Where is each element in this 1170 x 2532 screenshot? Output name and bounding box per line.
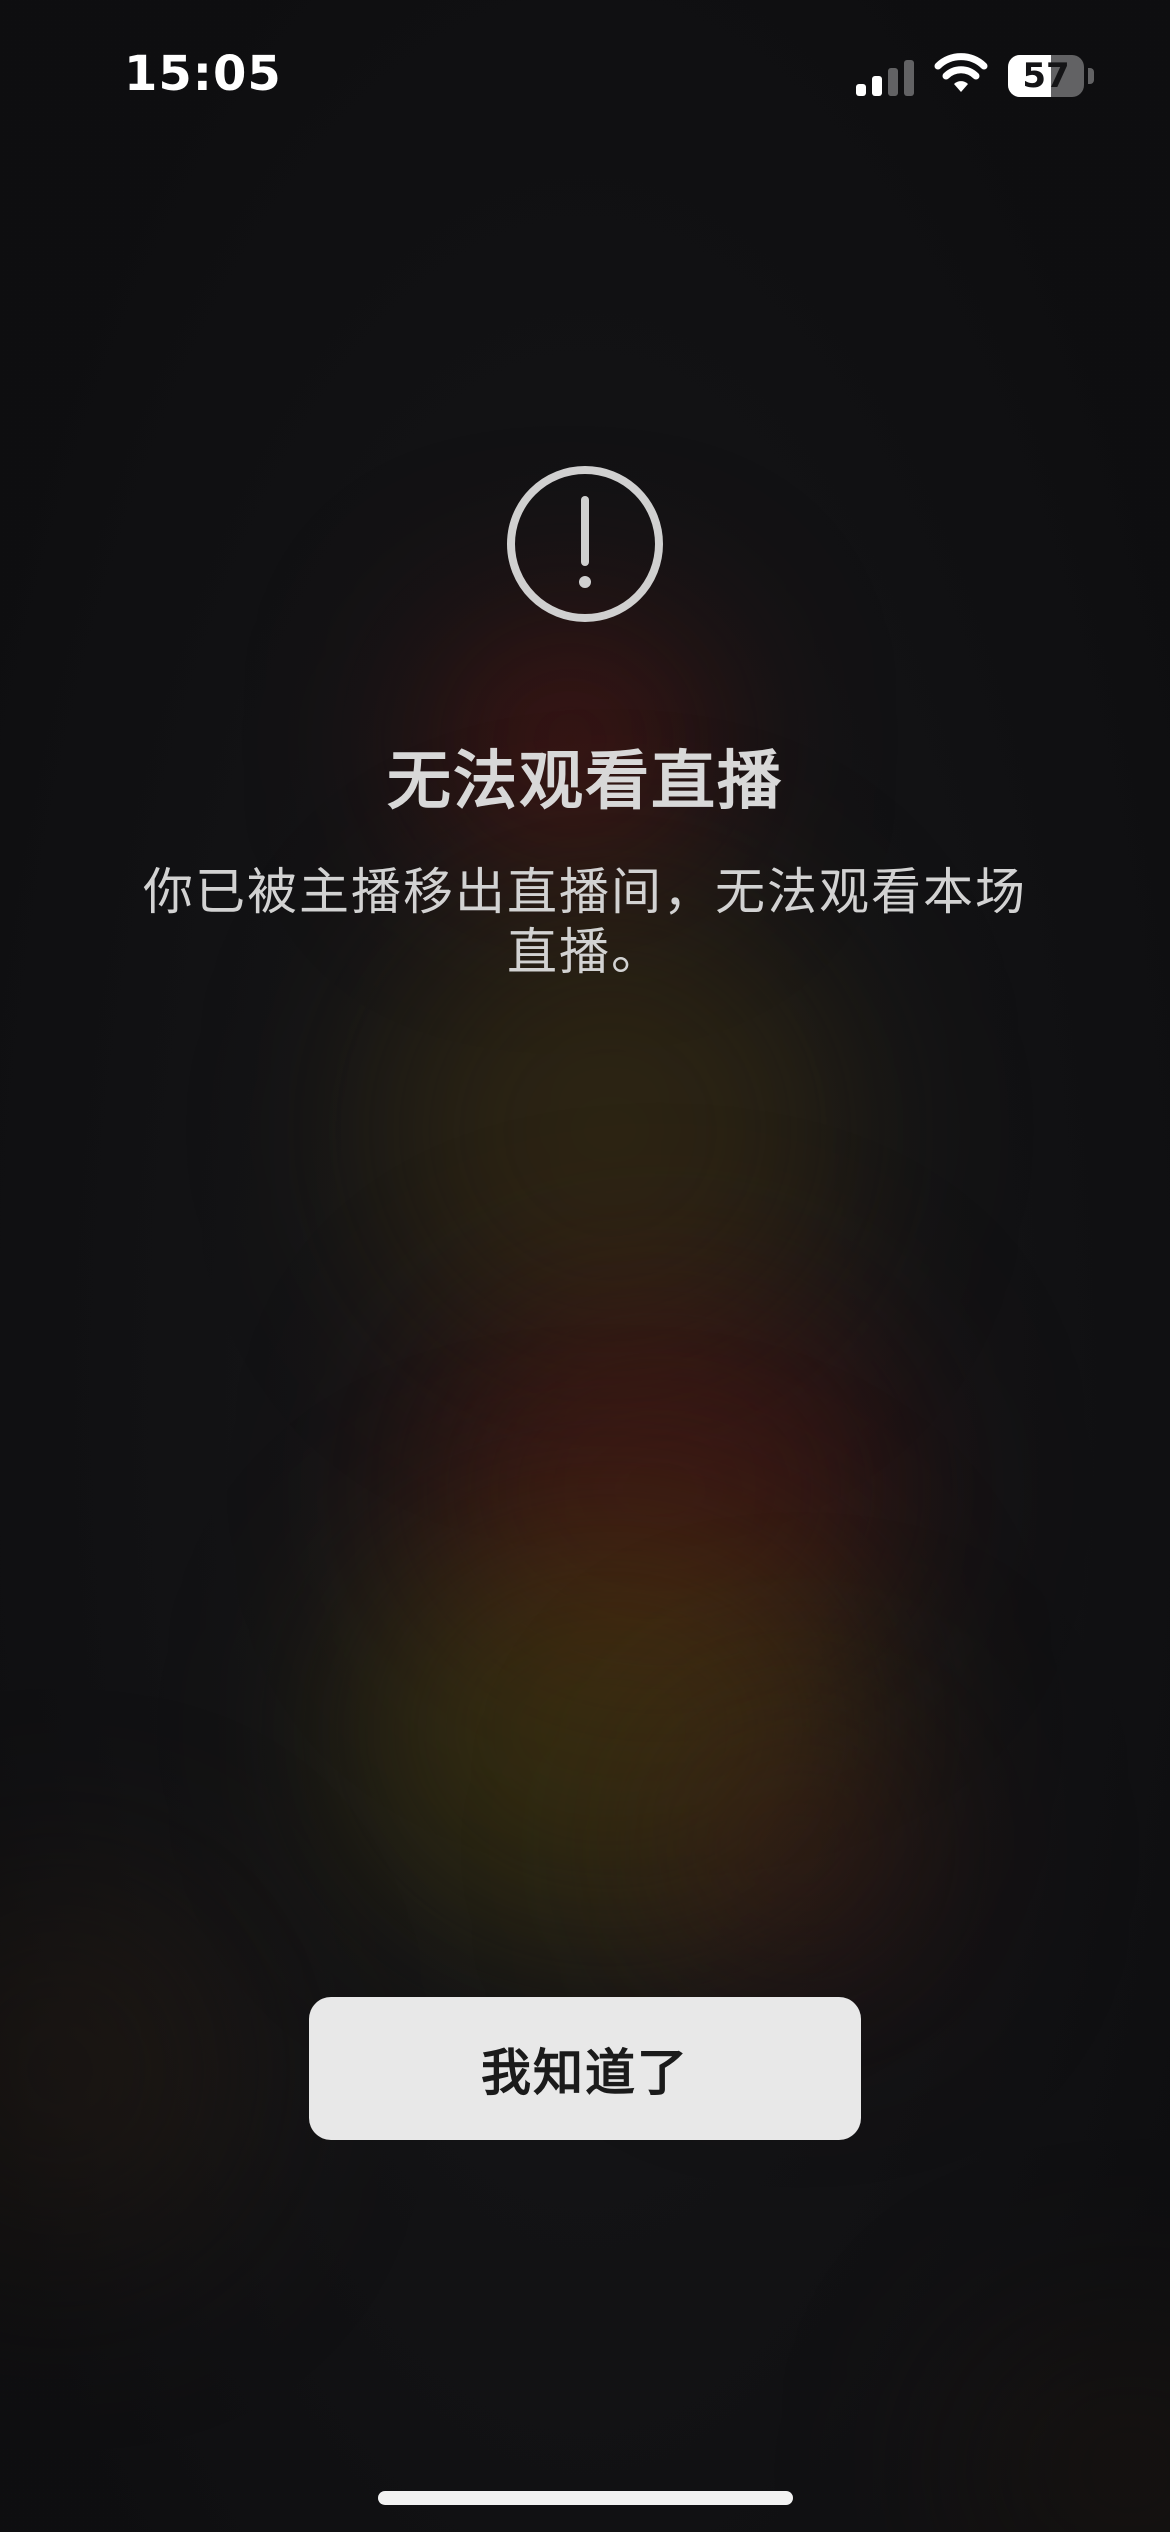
alert-message: 你已被主播移出直播间，无法观看本场直播。	[143, 863, 1027, 981]
signal-bar	[872, 76, 882, 96]
status-time: 15:05	[124, 46, 282, 102]
home-indicator[interactable]	[378, 2491, 793, 2505]
battery-icon: 57	[1008, 55, 1084, 97]
status-bar: 15:05 57	[0, 0, 1170, 150]
signal-bar	[856, 84, 866, 96]
wifi-icon	[934, 53, 988, 92]
battery-level: 57	[1022, 56, 1070, 96]
live-stream-blocked-screen: 15:05 57 无法观看直播 你已被主播移出直播间，无法观看本场直播。 我知道…	[0, 0, 1170, 2532]
background-vignette	[0, 0, 1170, 2532]
signal-bar	[904, 60, 914, 96]
battery-terminal	[1088, 68, 1094, 84]
acknowledge-button[interactable]: 我知道了	[309, 1997, 861, 2140]
exclamation-circle-icon	[507, 466, 663, 622]
cellular-signal-icon	[856, 58, 916, 96]
signal-bar	[888, 68, 898, 96]
alert-title: 无法观看直播	[387, 745, 783, 819]
